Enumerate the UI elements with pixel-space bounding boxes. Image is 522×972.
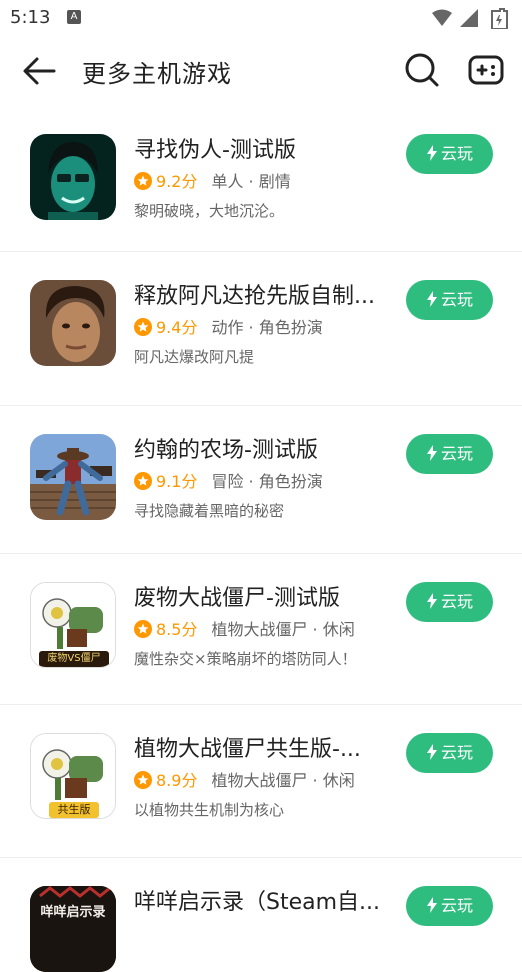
game-thumbnail[interactable] — [30, 280, 116, 366]
game-list-item[interactable]: 释放阿凡达抢先版自制... 9.4分 动作 · 角色扮演 阿凡达爆改阿凡提 云玩 — [0, 252, 522, 406]
cloud-play-button[interactable]: 云玩 — [406, 733, 493, 773]
wifi-icon — [432, 9, 452, 26]
game-tags: 植物大战僵尸 · 休闲 — [211, 771, 355, 790]
star-icon — [134, 620, 152, 638]
status-bar: 5:13 A — [0, 0, 522, 36]
game-logo-text: 咩咩启示录 — [40, 905, 106, 920]
game-meta: 9.1分 冒险 · 角色扮演 — [134, 468, 323, 492]
cloud-play-button[interactable]: 云玩 — [406, 582, 493, 622]
game-list: 寻找伪人-测试版 9.2分 单人 · 剧情 黎明破晓，大地沉沦。 云玩 释放阿凡达… — [0, 106, 522, 972]
lightning-icon — [426, 445, 437, 461]
game-score: 9.4分 — [156, 318, 198, 337]
game-list-item[interactable]: 寻找伪人-测试版 9.2分 单人 · 剧情 黎明破晓，大地沉沦。 云玩 — [0, 106, 522, 252]
game-thumbnail[interactable]: 共生版 — [30, 733, 116, 819]
lightning-icon — [426, 744, 437, 760]
status-icons — [432, 8, 508, 29]
game-title[interactable]: 废物大战僵尸-测试版 — [134, 580, 390, 612]
game-meta: 8.9分 植物大战僵尸 · 休闲 — [134, 767, 355, 791]
game-title[interactable]: 寻找伪人-测试版 — [134, 132, 390, 164]
status-time: 5:13 — [10, 7, 51, 28]
cloud-play-label: 云玩 — [440, 896, 473, 915]
game-meta: 9.4分 动作 · 角色扮演 — [134, 314, 323, 338]
cloud-play-button[interactable]: 云玩 — [406, 434, 493, 474]
cloud-play-button[interactable]: 云玩 — [406, 886, 493, 926]
game-meta: 8.5分 植物大战僵尸 · 休闲 — [134, 616, 355, 640]
cloud-play-button[interactable]: 云玩 — [406, 134, 493, 174]
game-score: 9.1分 — [156, 472, 198, 491]
game-title[interactable]: 约翰的农场-测试版 — [134, 432, 390, 464]
game-score: 8.9分 — [156, 771, 198, 790]
notification-icon: A — [67, 10, 81, 24]
lightning-icon — [426, 291, 437, 307]
game-meta: 9.2分 单人 · 剧情 — [134, 168, 291, 192]
game-description: 黎明破晓，大地沉沦。 — [134, 202, 285, 220]
star-icon — [134, 771, 152, 789]
cloud-play-label: 云玩 — [440, 444, 473, 463]
cloud-play-label: 云玩 — [440, 144, 473, 163]
game-thumbnail[interactable]: 废物VS僵尸 — [30, 582, 116, 668]
star-icon — [134, 472, 152, 490]
cloud-play-label: 云玩 — [440, 743, 473, 762]
game-thumbnail[interactable] — [30, 434, 116, 520]
signal-icon — [460, 9, 478, 27]
lightning-icon — [426, 145, 437, 161]
game-score: 9.2分 — [156, 172, 198, 191]
game-list-item[interactable]: 约翰的农场-测试版 9.1分 冒险 · 角色扮演 寻找隐藏着黑暗的秘密 云玩 — [0, 406, 522, 554]
game-description: 阿凡达爆改阿凡提 — [134, 348, 255, 366]
search-icon[interactable] — [404, 52, 440, 88]
game-description: 以植物共生机制为核心 — [134, 801, 285, 819]
game-title[interactable]: 释放阿凡达抢先版自制... — [134, 278, 390, 310]
game-thumbnail[interactable]: 咩咩启示录 — [30, 886, 116, 972]
lightning-icon — [426, 897, 437, 913]
game-description: 寻找隐藏着黑暗的秘密 — [134, 502, 285, 520]
cloud-play-label: 云玩 — [440, 290, 473, 309]
star-icon — [134, 172, 152, 190]
game-tags: 单人 · 剧情 — [211, 172, 291, 191]
cloud-play-button[interactable]: 云玩 — [406, 280, 493, 320]
game-title[interactable]: 植物大战僵尸共生版-... — [134, 731, 390, 763]
game-list-item[interactable]: 共生版 植物大战僵尸共生版-... 8.9分 植物大战僵尸 · 休闲 以植物共生机… — [0, 705, 522, 858]
back-arrow-icon[interactable] — [20, 52, 58, 90]
star-icon — [134, 318, 152, 336]
game-thumbnail[interactable] — [30, 134, 116, 220]
game-logo-text: 共生版 — [49, 802, 99, 818]
cloud-play-label: 云玩 — [440, 592, 473, 611]
game-logo-text: 废物VS僵尸 — [39, 651, 109, 667]
gamepad-icon[interactable] — [468, 52, 504, 88]
lightning-icon — [426, 593, 437, 609]
app-header: 更多主机游戏 — [0, 36, 522, 106]
game-tags: 动作 · 角色扮演 — [211, 318, 323, 337]
game-list-item[interactable]: 咩咩启示录 咩咩启示录（Steam自... 云玩 — [0, 858, 522, 972]
game-tags: 冒险 · 角色扮演 — [211, 472, 323, 491]
game-tags: 植物大战僵尸 · 休闲 — [211, 620, 355, 639]
game-description: 魔性杂交×策略崩坏的塔防同人！ — [134, 650, 357, 668]
game-score: 8.5分 — [156, 620, 198, 639]
page-title: 更多主机游戏 — [82, 60, 232, 88]
game-title[interactable]: 咩咩启示录（Steam自... — [134, 884, 390, 916]
game-list-item[interactable]: 废物VS僵尸 废物大战僵尸-测试版 8.5分 植物大战僵尸 · 休闲 魔性杂交×策… — [0, 554, 522, 705]
